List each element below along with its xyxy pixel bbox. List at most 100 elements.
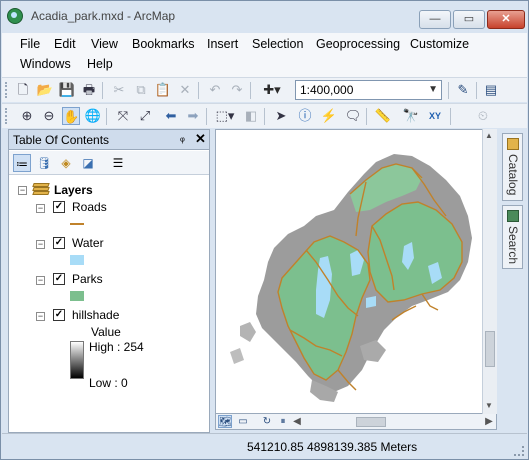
layer-visibility-checkbox[interactable]: ✓ <box>53 309 65 321</box>
map-canvas <box>230 154 472 402</box>
window-title: Acadia_park.mxd - ArcMap <box>31 9 176 23</box>
chevron-down-icon[interactable]: ▼ <box>428 81 438 99</box>
list-by-source-icon[interactable]: 🛢 <box>35 154 53 172</box>
zoom-in-icon[interactable]: ⊕ <box>18 107 36 125</box>
map-display[interactable] <box>215 129 497 414</box>
map-vertical-scrollbar[interactable]: ▲ ▼ <box>482 129 497 414</box>
redo-icon[interactable]: ↷ <box>228 81 246 99</box>
data-frame-icon <box>32 183 50 195</box>
print-icon[interactable]: 🖶 <box>80 81 98 99</box>
open-folder-icon[interactable]: 📂 <box>36 81 54 99</box>
data-frame-layers[interactable]: Layers <box>54 183 93 197</box>
water-fill-symbol[interactable] <box>70 255 84 265</box>
layer-hillshade[interactable]: hillshade <box>72 308 119 322</box>
menu-file[interactable]: File <box>20 37 40 51</box>
cut-icon[interactable]: ✂ <box>110 81 128 99</box>
data-view-icon[interactable]: 🗺 <box>218 415 232 428</box>
title-bar[interactable]: Acadia_park.mxd - ArcMap — ▭ ✕ <box>1 1 528 32</box>
fixed-zoom-in-icon[interactable]: ⤧ <box>114 107 132 125</box>
forward-icon[interactable]: ➡ <box>184 107 202 125</box>
hyperlink-icon[interactable]: ⚡ <box>320 107 338 125</box>
list-by-visibility-icon[interactable]: ◈ <box>57 154 75 172</box>
roads-line-symbol[interactable] <box>70 223 84 225</box>
menu-geoprocessing[interactable]: Geoprocessing <box>316 37 400 51</box>
back-icon[interactable]: ⬅ <box>162 107 180 125</box>
minimize-button[interactable]: — <box>419 10 451 29</box>
menu-customize[interactable]: Customize <box>410 37 469 51</box>
coordinate-readout: 541210.85 4898139.385 Meters <box>247 440 418 454</box>
layout-view-icon[interactable]: ▭ <box>236 415 250 428</box>
map-horizontal-scrollbar[interactable] <box>302 417 482 427</box>
fixed-zoom-out-icon[interactable]: ⤢ <box>136 107 154 125</box>
zoom-out-icon[interactable]: ⊖ <box>40 107 58 125</box>
toolbar-grip[interactable] <box>5 82 8 98</box>
toc-toolbar: ≔ 🛢 ◈ ◪ ☰ <box>9 151 209 175</box>
delete-icon[interactable]: ✕ <box>176 81 194 99</box>
add-data-icon[interactable]: ✚▾ <box>258 81 286 99</box>
collapse-icon[interactable]: − <box>36 312 45 321</box>
refresh-icon[interactable]: ↻ <box>260 415 274 428</box>
pan-icon[interactable]: ✋ <box>62 107 80 125</box>
collapse-icon[interactable]: − <box>36 204 45 213</box>
menu-insert[interactable]: Insert <box>207 37 238 51</box>
go-to-xy-icon[interactable]: XY <box>426 107 444 125</box>
menu-windows[interactable]: Windows <box>20 57 71 71</box>
copy-icon[interactable]: ⧉ <box>132 81 150 99</box>
options-icon[interactable]: ☰ <box>109 154 127 172</box>
editor-toolbar-icon[interactable]: ✎ <box>454 81 472 99</box>
collapse-icon[interactable]: − <box>18 186 27 195</box>
layer-visibility-checkbox[interactable]: ✓ <box>53 273 65 285</box>
scroll-up-icon[interactable]: ▲ <box>485 131 493 140</box>
toolbar-separator <box>450 108 451 125</box>
undo-icon[interactable]: ↶ <box>206 81 224 99</box>
select-elements-icon[interactable]: ➤ <box>272 107 290 125</box>
html-popup-icon[interactable]: 🗨 <box>344 107 362 125</box>
toolbar-grip[interactable] <box>5 108 8 124</box>
layer-water[interactable]: Water <box>72 236 104 250</box>
toolbar-separator <box>106 108 107 125</box>
collapse-icon[interactable]: − <box>36 276 45 285</box>
clear-selection-icon[interactable]: ◧ <box>242 107 260 125</box>
parks-fill-symbol[interactable] <box>70 291 84 301</box>
collapse-icon[interactable]: − <box>36 240 45 249</box>
toolbar-separator <box>206 108 207 125</box>
full-extent-icon[interactable]: 🌐 <box>84 107 102 125</box>
layer-visibility-checkbox[interactable]: ✓ <box>53 201 65 213</box>
close-icon[interactable]: ✕ <box>195 131 206 147</box>
menu-view[interactable]: View <box>91 37 118 51</box>
maximize-button[interactable]: ▭ <box>453 10 485 29</box>
layer-visibility-checkbox[interactable]: ✓ <box>53 237 65 249</box>
map-bottom-bar: 🗺 ▭ ↻ ⏸ ◀ ▶ <box>215 414 497 430</box>
select-features-icon[interactable]: ⬚▾ <box>212 107 238 125</box>
list-by-selection-icon[interactable]: ◪ <box>79 154 97 172</box>
list-by-drawing-order-icon[interactable]: ≔ <box>13 154 31 172</box>
pause-drawing-icon[interactable]: ⏸ <box>276 415 290 428</box>
menu-help[interactable]: Help <box>87 57 113 71</box>
scroll-right-icon[interactable]: ▶ <box>482 415 496 428</box>
toc-header[interactable]: Table Of Contents ᵩ ✕ <box>9 130 209 150</box>
scroll-thumb[interactable] <box>356 417 386 427</box>
menu-bookmarks[interactable]: Bookmarks <box>132 37 195 51</box>
time-slider-icon[interactable]: ⏲ <box>474 107 492 125</box>
find-icon[interactable]: 🔭 <box>402 107 420 125</box>
search-tab[interactable]: Search <box>502 205 523 269</box>
new-document-icon[interactable]: 🗋 <box>14 81 32 99</box>
layer-roads[interactable]: Roads <box>72 200 107 214</box>
menu-selection[interactable]: Selection <box>252 37 303 51</box>
pin-icon[interactable]: ᵩ <box>180 132 185 144</box>
layout-toolbar-icon[interactable]: ▤ <box>482 81 500 99</box>
layer-parks[interactable]: Parks <box>72 272 103 286</box>
raster-legend-label: Value <box>91 325 121 339</box>
menu-edit[interactable]: Edit <box>54 37 76 51</box>
scroll-down-icon[interactable]: ▼ <box>485 401 493 410</box>
catalog-tab[interactable]: Catalog <box>502 133 523 201</box>
scroll-thumb[interactable] <box>485 331 495 367</box>
measure-icon[interactable]: 📏 <box>374 107 392 125</box>
close-button[interactable]: ✕ <box>487 10 525 29</box>
hillshade-color-ramp[interactable] <box>70 341 84 379</box>
map-scale-combobox[interactable]: 1:400,000 ▼ <box>295 80 442 100</box>
paste-icon[interactable]: 📋 <box>154 81 172 99</box>
resize-grip-icon[interactable] <box>514 446 524 456</box>
identify-icon[interactable]: ⓘ <box>296 107 314 125</box>
save-icon[interactable]: 💾 <box>58 81 76 99</box>
